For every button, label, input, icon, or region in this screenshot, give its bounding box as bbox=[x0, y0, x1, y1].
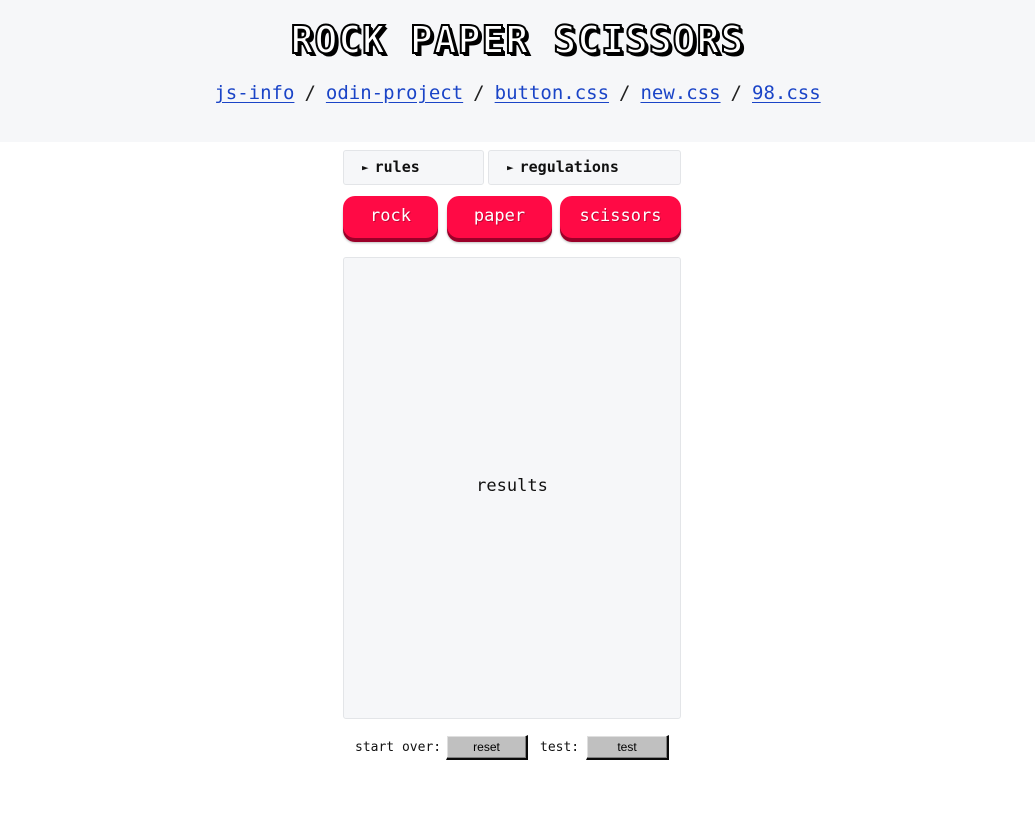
results-text: results bbox=[476, 476, 548, 496]
link-new-css[interactable]: new.css bbox=[640, 82, 720, 104]
rock-button[interactable]: rock bbox=[343, 196, 438, 238]
link-separator: / bbox=[473, 82, 485, 104]
start-over-label: start over: bbox=[355, 740, 442, 755]
link-98-css[interactable]: 98.css bbox=[752, 82, 821, 104]
regulations-disclosure[interactable]: ► regulations bbox=[488, 150, 681, 185]
scissors-button[interactable]: scissors bbox=[560, 196, 681, 238]
link-separator: / bbox=[619, 82, 631, 104]
results-panel: results bbox=[343, 257, 681, 719]
disclosure-triangle-icon: ► bbox=[507, 161, 514, 174]
link-odin-project[interactable]: odin-project bbox=[326, 82, 463, 104]
link-separator: / bbox=[730, 82, 742, 104]
page-title: ROCK PAPER SCISSORS bbox=[290, 17, 745, 63]
link-separator: / bbox=[304, 82, 316, 104]
link-js-info[interactable]: js-info bbox=[214, 82, 294, 104]
rules-disclosure[interactable]: ► rules bbox=[343, 150, 484, 185]
site-header: ROCK PAPER SCISSORS js-info / odin-project… bbox=[0, 0, 1035, 142]
disclosure-triangle-icon: ► bbox=[362, 161, 369, 174]
link-bar: js-info / odin-project / button.css / new.css /… bbox=[0, 80, 1035, 106]
test-label: test: bbox=[540, 740, 580, 755]
test-button[interactable]: test bbox=[586, 735, 669, 760]
paper-button[interactable]: paper bbox=[447, 196, 552, 238]
link-button-css[interactable]: button.css bbox=[495, 82, 609, 104]
reset-button[interactable]: reset bbox=[446, 735, 528, 760]
regulations-label: regulations bbox=[519, 158, 619, 176]
rules-label: rules bbox=[374, 158, 420, 176]
